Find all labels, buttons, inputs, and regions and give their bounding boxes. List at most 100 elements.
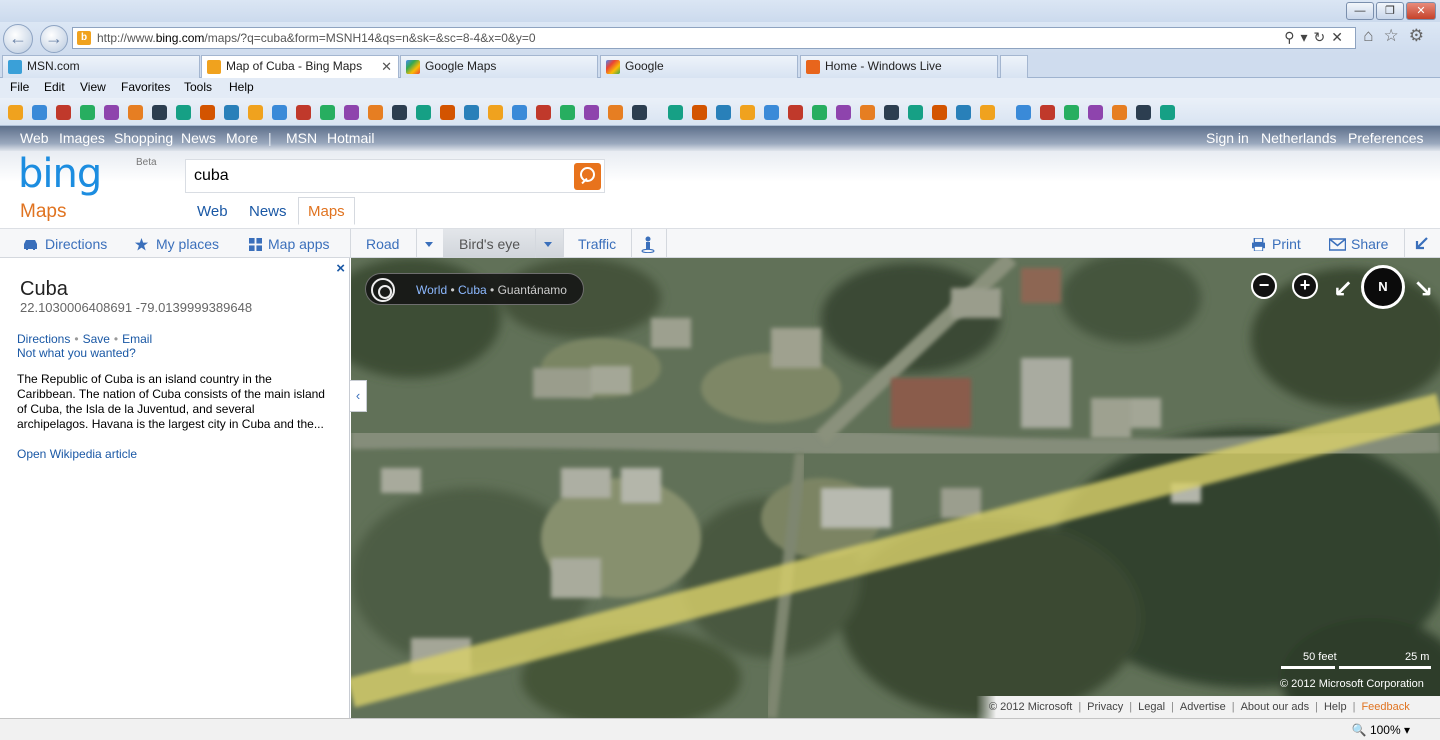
home-icon[interactable]: ⌂ (1363, 26, 1383, 45)
footer-help[interactable]: Help (1324, 701, 1347, 713)
back-button[interactable]: ← (3, 24, 33, 54)
collapse-panel-button[interactable]: ‹ (350, 380, 367, 412)
wikipedia-link[interactable]: Open Wikipedia article (17, 447, 137, 461)
result-directions-link[interactable]: Directions (17, 332, 70, 346)
rotate-right-arrow-icon[interactable]: ↘ (1413, 275, 1433, 304)
gear-icon[interactable]: ⚙ (1409, 26, 1434, 45)
road-view-button[interactable]: Road (366, 236, 399, 252)
favorites-shortcut-icon[interactable] (104, 105, 119, 120)
favorites-shortcut-icon[interactable] (860, 105, 875, 120)
tab-msn[interactable]: MSN.com (2, 55, 200, 78)
favorites-shortcut-icon[interactable] (956, 105, 971, 120)
bing-logo[interactable]: bing (18, 151, 102, 197)
my-places-button[interactable]: My places (156, 236, 219, 252)
nav-msn[interactable]: MSN (286, 130, 317, 146)
favorites-shortcut-icon[interactable] (128, 105, 143, 120)
menu-favorites[interactable]: Favorites (121, 80, 170, 94)
favorites-shortcut-icon[interactable] (764, 105, 779, 120)
favorites-shortcut-icon[interactable] (320, 105, 335, 120)
stop-icon[interactable]: ✕ (1331, 29, 1349, 45)
footer-about-ads[interactable]: About our ads (1241, 701, 1310, 713)
forward-button[interactable]: → (40, 25, 68, 53)
map-apps-button[interactable]: Map apps (268, 236, 329, 252)
search-button[interactable] (574, 163, 601, 190)
print-button[interactable]: Print (1272, 236, 1301, 252)
preferences-link[interactable]: Preferences (1348, 130, 1423, 146)
rotate-left-arrow-icon[interactable]: ↙ (1333, 275, 1353, 304)
nav-web[interactable]: Web (20, 130, 49, 146)
nav-more[interactable]: More (226, 130, 258, 146)
favorites-shortcut-icon[interactable] (152, 105, 167, 120)
favorites-shortcut-icon[interactable] (512, 105, 527, 120)
favorites-shortcut-icon[interactable] (392, 105, 407, 120)
favorites-shortcut-icon[interactable] (980, 105, 995, 120)
birds-eye-dropdown-icon[interactable] (544, 242, 552, 247)
directions-button[interactable]: Directions (45, 236, 107, 252)
favorites-shortcut-icon[interactable] (368, 105, 383, 120)
nav-shopping[interactable]: Shopping (114, 130, 173, 146)
share-button[interactable]: Share (1351, 236, 1388, 252)
favorites-shortcut-icon[interactable] (1112, 105, 1127, 120)
favorites-shortcut-icon[interactable] (668, 105, 683, 120)
breadcrumb-world[interactable]: World (416, 283, 447, 297)
close-result-icon[interactable]: × (336, 260, 345, 277)
tab-windows-live[interactable]: Home - Windows Live (800, 55, 998, 78)
nav-images[interactable]: Images (59, 130, 105, 146)
expand-arrow-icon[interactable] (1414, 236, 1429, 251)
favorites-shortcut-icon[interactable] (56, 105, 71, 120)
favorites-shortcut-icon[interactable] (1136, 105, 1151, 120)
restore-button[interactable]: ❐ (1376, 2, 1404, 20)
favorites-shortcut-icon[interactable] (224, 105, 239, 120)
menu-file[interactable]: File (10, 80, 29, 94)
footer-privacy[interactable]: Privacy (1087, 701, 1123, 713)
vertical-tab-web[interactable]: Web (197, 203, 228, 220)
minimize-button[interactable]: — (1346, 2, 1374, 20)
favorites-shortcut-icon[interactable] (536, 105, 551, 120)
nav-hotmail[interactable]: Hotmail (327, 130, 374, 146)
zoom-out-button[interactable]: − (1251, 273, 1277, 299)
sign-in-link[interactable]: Sign in (1206, 130, 1249, 146)
favorites-shortcut-icon[interactable] (1016, 105, 1031, 120)
zoom-in-button[interactable]: + (1292, 273, 1318, 299)
tab-close-icon[interactable]: ✕ (381, 56, 392, 77)
nav-news[interactable]: News (181, 130, 216, 146)
search-input[interactable] (194, 166, 554, 186)
zoom-level[interactable]: 🔍 100% ▾ (1352, 723, 1410, 737)
result-save-link[interactable]: Save (83, 332, 110, 346)
close-window-button[interactable]: ✕ (1406, 2, 1436, 20)
menu-edit[interactable]: Edit (44, 80, 65, 94)
traffic-button[interactable]: Traffic (578, 236, 616, 252)
favorites-shortcut-icon[interactable] (416, 105, 431, 120)
tab-google-maps[interactable]: Google Maps (400, 55, 598, 78)
address-url[interactable]: http://www.bing.com/maps/?q=cuba&form=MS… (97, 31, 536, 45)
tab-google[interactable]: Google (600, 55, 798, 78)
country-link[interactable]: Netherlands (1261, 130, 1337, 146)
favorites-shortcut-icon[interactable] (272, 105, 287, 120)
vertical-tab-maps[interactable]: Maps (298, 197, 355, 225)
favorites-shortcut-icon[interactable] (344, 105, 359, 120)
favorites-shortcut-icon[interactable] (908, 105, 923, 120)
favorites-shortcut-icon[interactable] (632, 105, 647, 120)
footer-advertise[interactable]: Advertise (1180, 701, 1226, 713)
favorites-shortcut-icon[interactable] (692, 105, 707, 120)
favorites-shortcut-icon[interactable] (296, 105, 311, 120)
favorites-shortcut-icon[interactable] (740, 105, 755, 120)
locate-me-icon[interactable] (371, 278, 395, 302)
address-bar[interactable]: b http://www.bing.com/maps/?q=cuba&form=… (72, 27, 1356, 49)
favorites-shortcut-icon[interactable] (440, 105, 455, 120)
search-icon[interactable]: ⚲ (1284, 29, 1300, 45)
road-dropdown-icon[interactable] (425, 242, 433, 247)
favorites-shortcut-icon[interactable] (716, 105, 731, 120)
result-email-link[interactable]: Email (122, 332, 152, 346)
favorites-shortcut-icon[interactable] (560, 105, 575, 120)
breadcrumb-cuba[interactable]: Cuba (458, 283, 487, 297)
refresh-icon[interactable]: ↻ (1314, 29, 1332, 45)
new-tab-button[interactable] (1000, 55, 1028, 78)
favorites-star-icon[interactable]: ☆ (1384, 26, 1409, 45)
not-what-you-wanted-link[interactable]: Not what you wanted? (17, 346, 136, 360)
favorites-shortcut-icon[interactable] (1064, 105, 1079, 120)
favorites-shortcut-icon[interactable] (80, 105, 95, 120)
favorites-shortcut-icon[interactable] (608, 105, 623, 120)
menu-view[interactable]: View (80, 80, 106, 94)
favorites-shortcut-icon[interactable] (836, 105, 851, 120)
